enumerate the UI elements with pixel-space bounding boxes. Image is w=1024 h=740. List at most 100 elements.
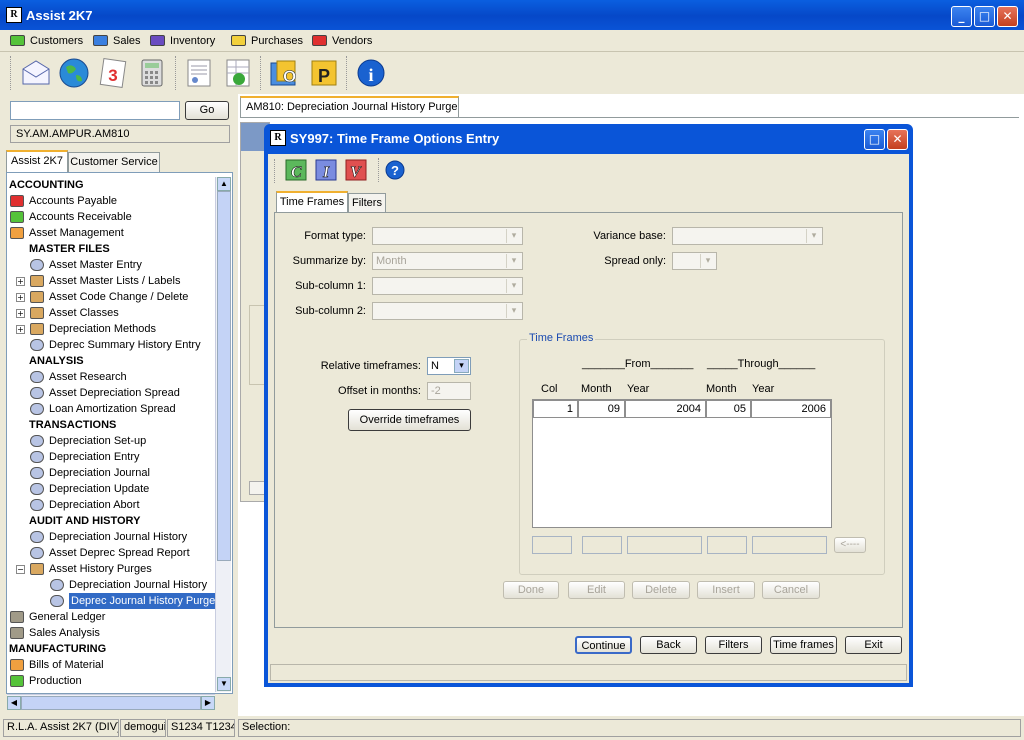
folder-icon	[10, 627, 24, 639]
calendar-icon[interactable]: 3	[97, 57, 129, 89]
tree-vertical-scrollbar[interactable]: ▲ ▼	[215, 177, 231, 692]
continue-button[interactable]: Continue	[575, 636, 632, 654]
tree-item[interactable]: Accounts Payable	[29, 193, 117, 209]
delete-button[interactable]: Delete	[632, 581, 690, 599]
override-timeframes-button[interactable]: Override timeframes	[348, 409, 471, 431]
status-session: S1234 T1234	[167, 719, 235, 737]
variance-base-combo[interactable]: ▾	[672, 227, 823, 245]
tree-item[interactable]: Asset History Purges	[49, 561, 152, 577]
mail-icon[interactable]	[20, 57, 52, 89]
folder-icon	[312, 35, 327, 46]
minimize-button[interactable]: _	[951, 6, 972, 27]
spreadsheet-icon[interactable]	[222, 57, 254, 89]
dialog-maximize-button[interactable]: □	[864, 129, 885, 150]
menu-sales[interactable]: Sales	[93, 32, 141, 50]
summarize-by-combo[interactable]: Month ▾	[372, 252, 523, 270]
program-icon	[30, 339, 44, 351]
tree-item[interactable]: Sales Analysis	[29, 625, 100, 641]
calculator-icon[interactable]	[136, 57, 168, 89]
through-month-entry-field[interactable]	[707, 536, 747, 554]
insert-button[interactable]: Insert	[697, 581, 755, 599]
tab-filters[interactable]: Filters	[348, 193, 386, 213]
cancel-button[interactable]: Cancel	[762, 581, 820, 599]
edit-button[interactable]: Edit	[568, 581, 625, 599]
format-type-combo[interactable]: ▾	[372, 227, 523, 245]
tree-item[interactable]: Depreciation Set-up	[49, 433, 146, 449]
tree-item[interactable]: Asset Master Entry	[49, 257, 142, 273]
back-arrow-button[interactable]: <----	[834, 537, 866, 553]
menu-customers[interactable]: Customers	[10, 32, 83, 50]
tree-item[interactable]: Asset Deprec Spread Report	[49, 545, 190, 561]
close-button[interactable]: ✕	[997, 6, 1018, 27]
tree-item[interactable]: Depreciation Journal History	[49, 529, 187, 545]
info-icon[interactable]: i	[355, 57, 387, 89]
tree-item[interactable]: Asset Management	[29, 225, 124, 241]
from-month-entry-field[interactable]	[582, 536, 622, 554]
maximize-button[interactable]: □	[974, 6, 995, 27]
i-icon[interactable]: I	[314, 158, 338, 182]
through-year-entry-field[interactable]	[752, 536, 827, 554]
table-row[interactable]: 1 09 2004 05 2006	[533, 400, 831, 418]
tree-item[interactable]: Asset Depreciation Spread	[49, 385, 180, 401]
through-month-header: Month	[706, 383, 737, 395]
expand-toggle-icon[interactable]: +	[16, 325, 25, 334]
tree-item[interactable]: Depreciation Journal History	[69, 577, 207, 593]
relative-timeframes-combo[interactable]: N ▾	[427, 357, 471, 375]
exit-button[interactable]: Exit	[845, 636, 902, 654]
tree-item[interactable]: Loan Amortization Spread	[49, 401, 176, 417]
tree-item: AUDIT AND HISTORY	[29, 515, 141, 527]
tree-item[interactable]: Asset Code Change / Delete	[49, 289, 188, 305]
expand-toggle-icon[interactable]: +	[16, 309, 25, 318]
outlook-icon[interactable]: O	[268, 57, 300, 89]
tab-assist-2k7[interactable]: Assist 2K7	[6, 150, 68, 172]
done-button[interactable]: Done	[503, 581, 559, 599]
expand-toggle-icon[interactable]: +	[16, 293, 25, 302]
tree-item[interactable]: Depreciation Entry	[49, 449, 140, 465]
go-button[interactable]: Go	[185, 101, 229, 120]
sub-column-1-combo[interactable]: ▾	[372, 277, 523, 295]
tree-item[interactable]: Asset Research	[49, 369, 127, 385]
expand-toggle-icon[interactable]: −	[16, 565, 25, 574]
back-button[interactable]: Back	[640, 636, 697, 654]
tree-item[interactable]: Accounts Receivable	[29, 209, 132, 225]
folder-icon	[10, 611, 24, 623]
c-icon[interactable]: C	[284, 158, 308, 182]
tree-item[interactable]: Bills of Material	[29, 657, 104, 673]
tree-item[interactable]: Depreciation Methods	[49, 321, 156, 337]
expand-toggle-icon[interactable]: +	[16, 277, 25, 286]
tree-item[interactable]: Depreciation Update	[49, 481, 149, 497]
dialog-close-button[interactable]: ✕	[887, 129, 908, 150]
tree-item[interactable]: Deprec Summary History Entry	[49, 337, 201, 353]
col-header: Col	[541, 383, 558, 395]
col-entry-field[interactable]	[532, 536, 572, 554]
menu-purchases[interactable]: Purchases	[231, 32, 303, 50]
sub-column-2-combo[interactable]: ▾	[372, 302, 523, 320]
p-icon[interactable]: P	[307, 57, 339, 89]
tree-horizontal-scrollbar[interactable]: ◀ ▶	[7, 694, 215, 710]
tree-item[interactable]: Depreciation Journal	[49, 465, 150, 481]
folder-icon	[10, 195, 24, 207]
time-frames-button[interactable]: Time frames	[770, 636, 837, 654]
spread-only-combo[interactable]: ▾	[672, 252, 717, 270]
tab-customer-service[interactable]: Customer Service	[68, 152, 160, 172]
filters-button[interactable]: Filters	[705, 636, 762, 654]
search-input[interactable]	[10, 101, 180, 120]
tree-item[interactable]: Depreciation Abort	[49, 497, 140, 513]
tree-item[interactable]: Asset Classes	[49, 305, 119, 321]
help-icon[interactable]: ?	[384, 159, 406, 181]
through-label: _____Through______	[707, 358, 816, 370]
menu-inventory[interactable]: Inventory	[150, 32, 215, 50]
tab-am810[interactable]: AM810: Depreciation Journal History Purg…	[240, 96, 459, 118]
tree-item[interactable]: Deprec Journal History Purge	[69, 593, 218, 609]
v-icon[interactable]: V	[344, 158, 368, 182]
menu-vendors[interactable]: Vendors	[312, 32, 372, 50]
from-year-entry-field[interactable]	[627, 536, 702, 554]
from-month-header: Month	[581, 383, 612, 395]
tab-time-frames[interactable]: Time Frames	[276, 191, 348, 213]
offset-in-months-field[interactable]: -2	[427, 382, 471, 400]
tree-item[interactable]: General Ledger	[29, 609, 105, 625]
report-icon[interactable]	[183, 57, 215, 89]
tree-item[interactable]: Production	[29, 673, 82, 689]
globe-icon[interactable]	[58, 57, 90, 89]
tree-item[interactable]: Asset Master Lists / Labels	[49, 273, 180, 289]
